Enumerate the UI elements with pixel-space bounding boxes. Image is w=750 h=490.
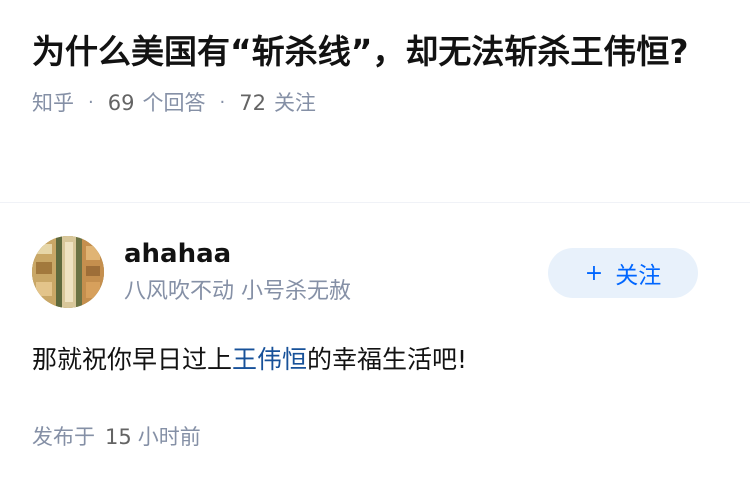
question-title[interactable]: 为什么美国有“斩杀线”，却无法斩杀王伟恒? [32,28,718,76]
answer-count-label[interactable]: 个回答 [142,88,205,118]
author-card: ahahaa 八风吹不动 小号杀无赦 + 关注 [32,236,718,308]
author-name[interactable]: ahahaa [124,236,231,272]
plus-icon: + [584,260,604,286]
follow-count: 72 [239,91,266,115]
separator-dot: · [219,92,226,113]
answer-count: 69 [107,91,135,115]
answer-text-after: 的幸福生活吧! [307,345,468,374]
answer-link[interactable]: 王伟恒 [232,345,307,374]
avatar[interactable] [32,236,104,308]
avatar-image [32,236,104,308]
follow-count-label[interactable]: 关注 [274,88,316,118]
author-bio: 八风吹不动 小号杀无赦 [124,279,351,304]
time-number: 15 [105,425,132,449]
question-header: 为什么美国有“斩杀线”，却无法斩杀王伟恒? 知乎 · 69 个回答 · 72 关… [0,0,750,118]
answer-timestamp: 发布于 15 小时前 [32,422,201,452]
time-suffix: 小时前 [137,425,201,449]
time-prefix: 发布于 [32,425,95,449]
source-label[interactable]: 知乎 [32,88,74,118]
follow-button-label: 关注 [615,263,662,289]
answer-page: 为什么美国有“斩杀线”，却无法斩杀王伟恒? 知乎 · 69 个回答 · 72 关… [0,0,750,490]
question-meta: 知乎 · 69 个回答 · 72 关注 [32,88,718,118]
answer-content: 那就祝你早日过上王伟恒的幸福生活吧! [32,340,467,380]
answer-text-before: 那就祝你早日过上 [32,345,233,374]
follow-button[interactable]: + 关注 [548,248,698,298]
section-divider [0,202,750,203]
separator-dot: · [88,92,94,113]
